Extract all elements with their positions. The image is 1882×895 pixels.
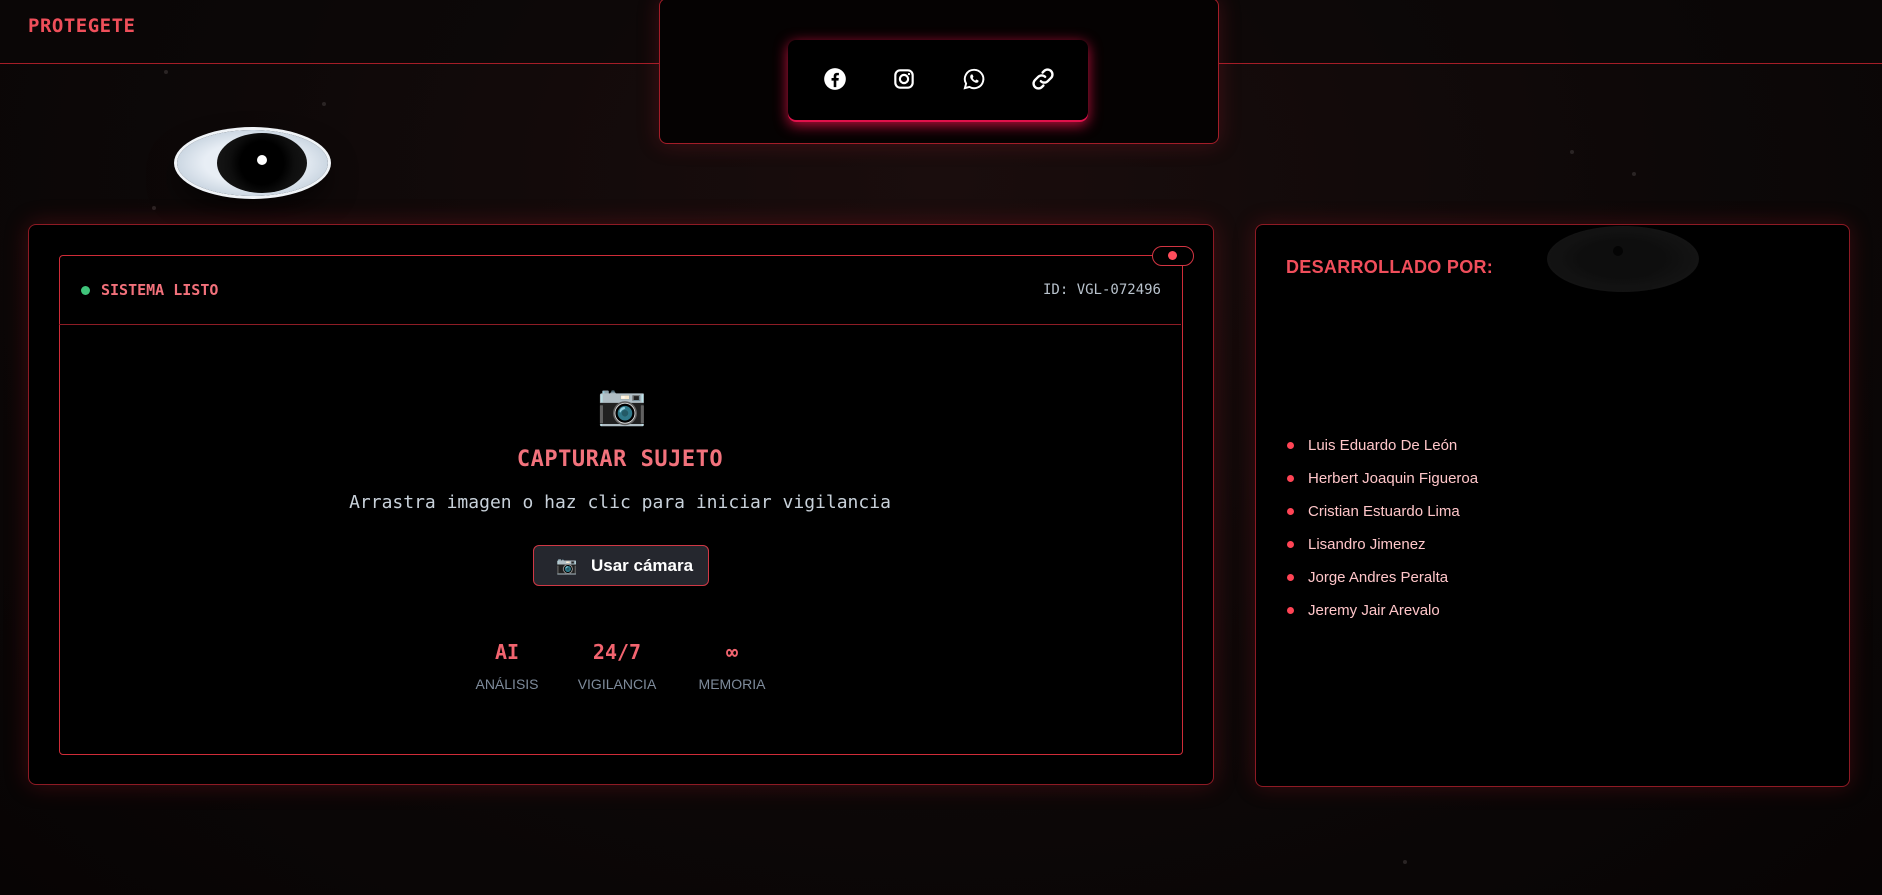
- eye-watermark-icon: [1547, 226, 1699, 292]
- eye-watermark-pupil: [1613, 246, 1623, 256]
- capture-instructions: Arrastra imagen o haz clic para iniciar …: [349, 492, 891, 513]
- developer-name: Cristian Estuardo Lima: [1308, 503, 1460, 520]
- list-item: Herbert Joaquin Figueroa: [1286, 467, 1478, 500]
- background-speck: [1632, 172, 1636, 176]
- developer-list: Luis Eduardo De León Herbert Joaquin Fig…: [1286, 434, 1478, 632]
- stat-analysis: AI ANÁLISIS: [452, 640, 562, 692]
- eye-pupil: [257, 155, 267, 165]
- status-dot-icon: [81, 286, 90, 295]
- background-speck: [1403, 860, 1407, 864]
- stat-label: VIGILANCIA: [577, 676, 657, 692]
- camera-icon: 📷: [597, 383, 647, 427]
- credits-title: DESARROLLADO POR:: [1286, 257, 1494, 277]
- developer-name: Lisandro Jimenez: [1308, 536, 1426, 553]
- system-status: SISTEMA LISTO: [101, 281, 219, 299]
- background-speck: [164, 70, 168, 74]
- background-speck: [152, 206, 156, 210]
- social-bar: [788, 40, 1088, 122]
- bullet-icon: [1287, 574, 1294, 581]
- stat-label: MEMORIA: [698, 676, 766, 692]
- developer-name: Herbert Joaquin Figueroa: [1308, 470, 1479, 487]
- developer-name: Luis Eduardo De León: [1308, 437, 1458, 454]
- bullet-icon: [1287, 508, 1294, 515]
- bullet-icon: [1287, 607, 1294, 614]
- list-item: Jeremy Jair Arevalo: [1286, 599, 1478, 632]
- status-header: SISTEMA LISTO ID: VGL-072496: [59, 256, 1181, 325]
- background-speck: [322, 102, 326, 106]
- camera-button-icon: 📷: [556, 556, 578, 575]
- list-item: Jorge Andres Peralta: [1286, 566, 1478, 599]
- list-item: Luis Eduardo De León: [1286, 434, 1478, 467]
- list-item: Lisandro Jimenez: [1286, 533, 1478, 566]
- capture-title: CAPTURAR SUJETO: [516, 447, 724, 472]
- use-camera-button[interactable]: 📷 Usar cámara: [533, 545, 709, 586]
- developer-name: Jeremy Jair Arevalo: [1308, 602, 1440, 619]
- bullet-icon: [1287, 541, 1294, 548]
- bullet-icon: [1287, 475, 1294, 482]
- developer-name: Jorge Andres Peralta: [1308, 569, 1449, 586]
- brand-logo[interactable]: PROTEGETE: [28, 15, 135, 37]
- bullet-icon: [1287, 442, 1294, 449]
- stat-surveillance: 24/7 VIGILANCIA: [562, 640, 672, 692]
- session-id: ID: VGL-072496: [1042, 282, 1161, 298]
- stat-label: ANÁLISIS: [475, 676, 539, 692]
- instagram-icon[interactable]: [891, 66, 917, 92]
- stat-value: ∞: [725, 640, 739, 664]
- list-item: Cristian Estuardo Lima: [1286, 500, 1478, 533]
- background-speck: [1570, 150, 1574, 154]
- eye-mascot-icon: [177, 130, 328, 196]
- stat-value: 24/7: [592, 640, 642, 664]
- use-camera-label: Usar cámara: [591, 556, 694, 575]
- link-icon[interactable]: [1030, 66, 1056, 92]
- stat-memory: ∞ MEMORIA: [677, 640, 787, 692]
- stat-value: AI: [494, 640, 520, 664]
- whatsapp-icon[interactable]: [961, 66, 987, 92]
- facebook-icon[interactable]: [822, 66, 848, 92]
